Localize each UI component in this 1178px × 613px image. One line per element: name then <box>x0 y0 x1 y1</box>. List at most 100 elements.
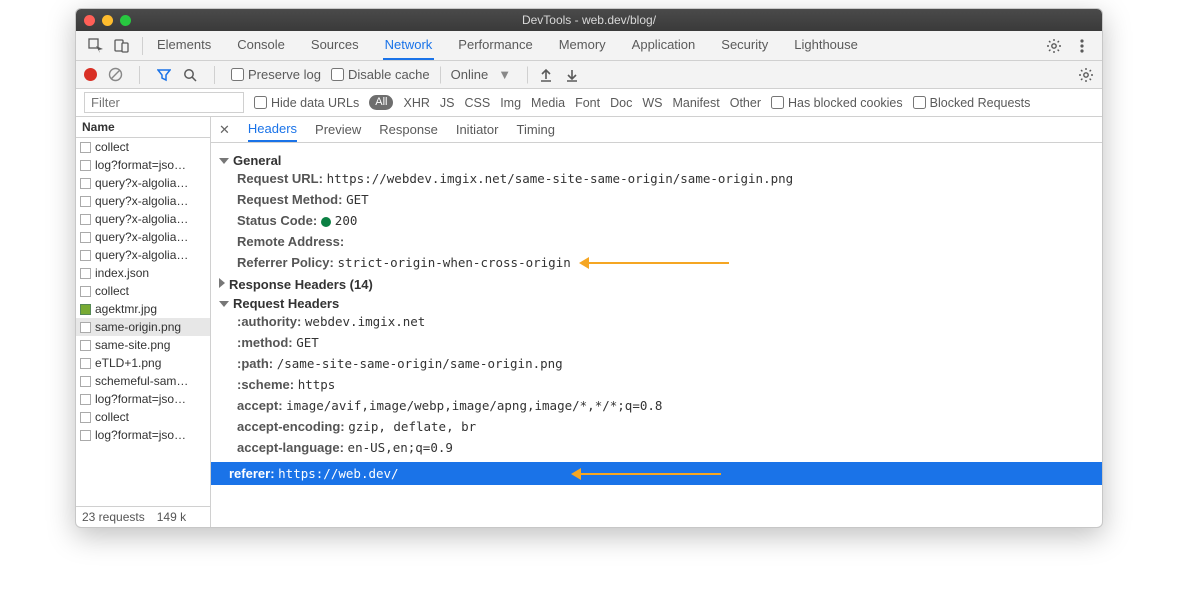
tab-lighthouse[interactable]: Lighthouse <box>792 31 860 60</box>
upload-icon[interactable] <box>538 67 554 83</box>
tab-network[interactable]: Network <box>383 31 435 60</box>
request-row-label: agektmr.jpg <box>95 302 157 316</box>
preserve-log-checkbox[interactable]: Preserve log <box>231 67 321 82</box>
filter-img[interactable]: Img <box>500 96 521 110</box>
file-icon <box>80 142 91 153</box>
hide-data-urls-checkbox[interactable]: Hide data URLs <box>254 96 359 110</box>
tab-memory[interactable]: Memory <box>557 31 608 60</box>
request-row[interactable]: query?x-algolia… <box>76 210 210 228</box>
response-headers-section-toggle[interactable]: Response Headers (14) <box>219 277 1094 292</box>
request-headers-section-toggle[interactable]: Request Headers <box>219 296 1094 311</box>
filter-media[interactable]: Media <box>531 96 565 110</box>
file-icon <box>80 268 91 279</box>
details-tab-initiator[interactable]: Initiator <box>456 118 499 141</box>
request-row[interactable]: collect <box>76 138 210 156</box>
close-details-button[interactable]: ✕ <box>219 122 230 138</box>
file-icon <box>80 340 91 351</box>
row-path: :path: /same-site-same-origin/same-origi… <box>219 353 1094 374</box>
request-row-label: same-site.png <box>95 338 170 352</box>
sidebar-header-name[interactable]: Name <box>76 117 210 138</box>
has-blocked-cookies-checkbox[interactable]: Has blocked cookies <box>771 96 903 110</box>
row-status-code: Status Code: 200 <box>219 210 1094 231</box>
filter-input[interactable] <box>84 92 244 113</box>
file-icon <box>80 178 91 189</box>
network-settings-gear-icon[interactable] <box>1078 67 1094 83</box>
status-dot-icon <box>321 217 331 227</box>
file-icon <box>80 250 91 261</box>
request-row-label: collect <box>95 140 129 154</box>
sidebar-footer: 23 requests 149 k <box>76 506 210 527</box>
request-row-label: query?x-algolia… <box>95 230 188 244</box>
kebab-menu-icon[interactable] <box>1074 38 1090 54</box>
file-icon <box>80 232 91 243</box>
general-section-toggle[interactable]: General <box>219 153 1094 168</box>
filter-xhr[interactable]: XHR <box>403 96 429 110</box>
inspect-element-icon[interactable] <box>88 38 104 54</box>
file-icon <box>80 358 91 369</box>
file-icon <box>80 412 91 423</box>
filter-doc[interactable]: Doc <box>610 96 632 110</box>
throttling-select[interactable]: Online ▼ <box>440 66 528 84</box>
file-icon <box>80 214 91 225</box>
filter-css[interactable]: CSS <box>464 96 490 110</box>
request-row[interactable]: query?x-algolia… <box>76 246 210 264</box>
row-accept-language: accept-language: en-US,en;q=0.9 <box>219 437 1094 458</box>
download-icon[interactable] <box>564 67 580 83</box>
clear-icon[interactable] <box>107 67 123 83</box>
close-window-button[interactable] <box>84 15 95 26</box>
request-row[interactable]: query?x-algolia… <box>76 228 210 246</box>
request-row[interactable]: log?format=jso… <box>76 390 210 408</box>
device-toolbar-icon[interactable] <box>114 38 130 54</box>
tab-application[interactable]: Application <box>630 31 698 60</box>
details-tabs: ✕ Headers Preview Response Initiator Tim… <box>211 117 1102 143</box>
request-row-label: index.json <box>95 266 149 280</box>
request-row[interactable]: collect <box>76 408 210 426</box>
request-details: ✕ Headers Preview Response Initiator Tim… <box>211 117 1102 527</box>
image-file-icon <box>80 304 91 315</box>
details-tab-timing[interactable]: Timing <box>516 118 555 141</box>
disable-cache-checkbox[interactable]: Disable cache <box>331 67 430 82</box>
search-icon[interactable] <box>182 67 198 83</box>
tab-security[interactable]: Security <box>719 31 770 60</box>
request-row[interactable]: query?x-algolia… <box>76 174 210 192</box>
details-tab-response[interactable]: Response <box>379 118 438 141</box>
devtools-tabs-row: Elements Console Sources Network Perform… <box>76 31 1102 61</box>
file-icon <box>80 322 91 333</box>
row-accept-encoding: accept-encoding: gzip, deflate, br <box>219 416 1094 437</box>
request-row[interactable]: same-site.png <box>76 336 210 354</box>
settings-gear-icon[interactable] <box>1046 38 1062 54</box>
filter-manifest[interactable]: Manifest <box>672 96 719 110</box>
row-authority: :authority: webdev.imgix.net <box>219 311 1094 332</box>
request-row[interactable]: index.json <box>76 264 210 282</box>
filter-font[interactable]: Font <box>575 96 600 110</box>
file-icon <box>80 286 91 297</box>
request-row[interactable]: schemeful-sam… <box>76 372 210 390</box>
tab-elements[interactable]: Elements <box>155 31 213 60</box>
request-row[interactable]: eTLD+1.png <box>76 354 210 372</box>
request-row[interactable]: query?x-algolia… <box>76 192 210 210</box>
filter-funnel-icon[interactable] <box>156 67 172 83</box>
details-tab-headers[interactable]: Headers <box>248 117 297 142</box>
filter-all-pill[interactable]: All <box>369 95 393 110</box>
tab-sources[interactable]: Sources <box>309 31 361 60</box>
filter-ws[interactable]: WS <box>642 96 662 110</box>
request-row[interactable]: log?format=jso… <box>76 426 210 444</box>
blocked-requests-checkbox[interactable]: Blocked Requests <box>913 96 1031 110</box>
annotation-arrow-icon <box>589 262 729 264</box>
maximize-window-button[interactable] <box>120 15 131 26</box>
record-button[interactable] <box>84 68 97 81</box>
request-row[interactable]: same-origin.png <box>76 318 210 336</box>
window-titlebar: DevTools - web.dev/blog/ <box>76 9 1102 31</box>
minimize-window-button[interactable] <box>102 15 113 26</box>
file-icon <box>80 376 91 387</box>
request-row[interactable]: log?format=jso… <box>76 156 210 174</box>
request-row-label: log?format=jso… <box>95 428 186 442</box>
request-row-label: log?format=jso… <box>95 158 186 172</box>
details-tab-preview[interactable]: Preview <box>315 118 361 141</box>
tab-console[interactable]: Console <box>235 31 287 60</box>
filter-other[interactable]: Other <box>730 96 761 110</box>
filter-js[interactable]: JS <box>440 96 455 110</box>
tab-performance[interactable]: Performance <box>456 31 534 60</box>
request-row[interactable]: collect <box>76 282 210 300</box>
request-row[interactable]: agektmr.jpg <box>76 300 210 318</box>
